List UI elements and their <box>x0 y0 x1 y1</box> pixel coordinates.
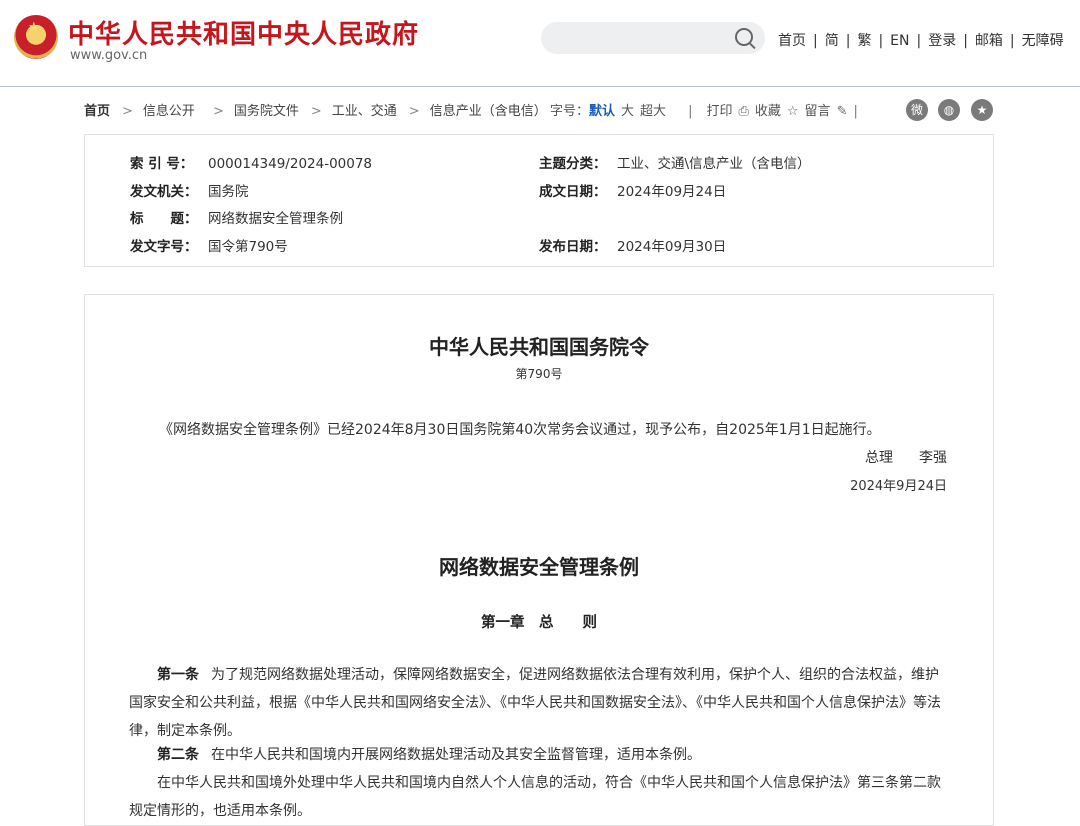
search-icon[interactable] <box>735 28 753 46</box>
article-1: 第一条 为了规范网络数据处理活动，保障网络数据安全，促进网络数据依法合理有效利用，… <box>129 661 949 745</box>
written-date-label: 成文日期： <box>539 184 607 200</box>
category-value: 工业、交通\信息产业（含电信） <box>617 156 811 172</box>
title-label: 标 题： <box>130 211 198 227</box>
signer-name: 李强 <box>919 450 947 466</box>
publish-date-label: 发布日期： <box>539 239 607 255</box>
sign-date: 2024年9月24日 <box>850 479 947 494</box>
document-metadata-panel: 索 引 号： 000014349/2024-00078 主题分类： 工业、交通\信息… <box>84 134 994 267</box>
publish-date-value: 2024年09月30日 <box>617 239 727 255</box>
article-1-text: 为了规范网络数据处理活动，保障网络数据安全，促进网络数据依法合理有效利用，保护个… <box>129 667 941 739</box>
nav-english[interactable]: EN <box>890 33 909 49</box>
site-header: 中华人民共和国中央人民政府 www.gov.cn 首页|简|繁|EN|登录|邮箱… <box>0 0 1080 87</box>
chapter-heading: 第一章 总 则 <box>481 615 597 631</box>
print-button[interactable]: 打印 <box>706 104 732 119</box>
favorite-button[interactable]: 收藏 <box>755 104 781 119</box>
article-2-label: 第二条 <box>157 747 199 763</box>
wechat-icon[interactable]: ◍ <box>938 99 960 121</box>
chevron-right-icon: > <box>212 104 224 119</box>
doc-no-value: 国令第790号 <box>208 239 288 255</box>
nav-accessibility[interactable]: 无障碍 <box>1022 33 1064 49</box>
article-1-label: 第一条 <box>157 667 199 683</box>
pencil-icon[interactable]: ✎ <box>837 104 848 119</box>
chevron-right-icon: > <box>408 104 420 119</box>
doc-no-label: 发文字号： <box>130 239 198 255</box>
signer-title: 总理 <box>865 450 893 466</box>
decree-title: 中华人民共和国国务院令 <box>429 335 649 359</box>
article-2-text: 在中华人民共和国境内开展网络数据处理活动及其安全监督管理，适用本条例。 <box>211 747 701 763</box>
nav-mailbox[interactable]: 邮箱 <box>975 33 1003 49</box>
top-navigation: 首页 | 简 | 繁 | EN | 登录 | 邮箱 | 无障碍 <box>778 33 1064 49</box>
national-emblem-logo[interactable] <box>14 15 58 59</box>
font-xlarge-button[interactable]: 超大 <box>640 104 666 119</box>
regulation-title: 网络数据安全管理条例 <box>439 555 639 579</box>
nav-simplified[interactable]: 简 <box>825 33 839 49</box>
signer: 总理 李强 <box>865 447 947 467</box>
site-domain: www.gov.cn <box>70 48 148 63</box>
title-value: 网络数据安全管理条例 <box>208 211 343 227</box>
divider: | <box>853 104 858 119</box>
star-icon[interactable]: ★ <box>971 99 993 121</box>
index-no-label: 索 引 号： <box>130 156 194 172</box>
breadcrumb-state-council-docs[interactable]: 国务院文件 <box>234 104 299 119</box>
index-no-value: 000014349/2024-00078 <box>208 156 373 172</box>
breadcrumb-home[interactable]: 首页 <box>84 104 110 119</box>
breadcrumb-info-public[interactable]: 信息公开 <box>143 104 195 119</box>
category-label: 主题分类： <box>539 156 607 172</box>
nav-login[interactable]: 登录 <box>928 33 956 49</box>
issuer-value: 国务院 <box>208 184 249 200</box>
font-size-label: 字号： <box>550 104 590 119</box>
issuer-label: 发文机关： <box>130 184 198 200</box>
site-title[interactable]: 中华人民共和国中央人民政府 <box>68 14 419 51</box>
breadcrumb-industry-transport[interactable]: 工业、交通 <box>332 104 397 119</box>
nav-home[interactable]: 首页 <box>778 33 806 49</box>
font-large-button[interactable]: 大 <box>621 104 634 119</box>
breadcrumb-info-industry[interactable]: 信息产业（含电信） <box>430 104 547 119</box>
comment-button[interactable]: 留言 <box>805 104 831 119</box>
article-body: 中华人民共和国国务院令 第790号 《网络数据安全管理条例》已经2024年8月3… <box>84 294 994 826</box>
chevron-right-icon: > <box>122 104 133 119</box>
star-outline-icon[interactable]: ☆ <box>787 104 799 119</box>
page-toolbar: 字号：默认大超大 | 打印 ⎙ 收藏 ☆ 留言 ✎ | <box>550 100 872 119</box>
font-default-button[interactable]: 默认 <box>589 104 615 119</box>
nav-traditional[interactable]: 繁 <box>857 33 871 49</box>
search-input[interactable] <box>541 22 765 54</box>
written-date-value: 2024年09月24日 <box>617 184 727 200</box>
article-2: 第二条 在中华人民共和国境内开展网络数据处理活动及其安全监督管理，适用本条例。 <box>129 741 949 769</box>
promulgation-text: 《网络数据安全管理条例》已经2024年8月30日国务院第40次常务会议通过，现予… <box>159 422 881 438</box>
decree-number: 第790号 <box>515 367 563 381</box>
article-2-paragraph-2: 在中华人民共和国境外处理中华人民共和国境内自然人个人信息的活动，符合《中华人民共… <box>129 775 941 819</box>
printer-icon[interactable]: ⎙ <box>738 104 748 119</box>
chevron-right-icon: > <box>310 104 322 119</box>
divider: | <box>688 104 693 119</box>
weibo-icon[interactable]: 微 <box>906 99 928 121</box>
